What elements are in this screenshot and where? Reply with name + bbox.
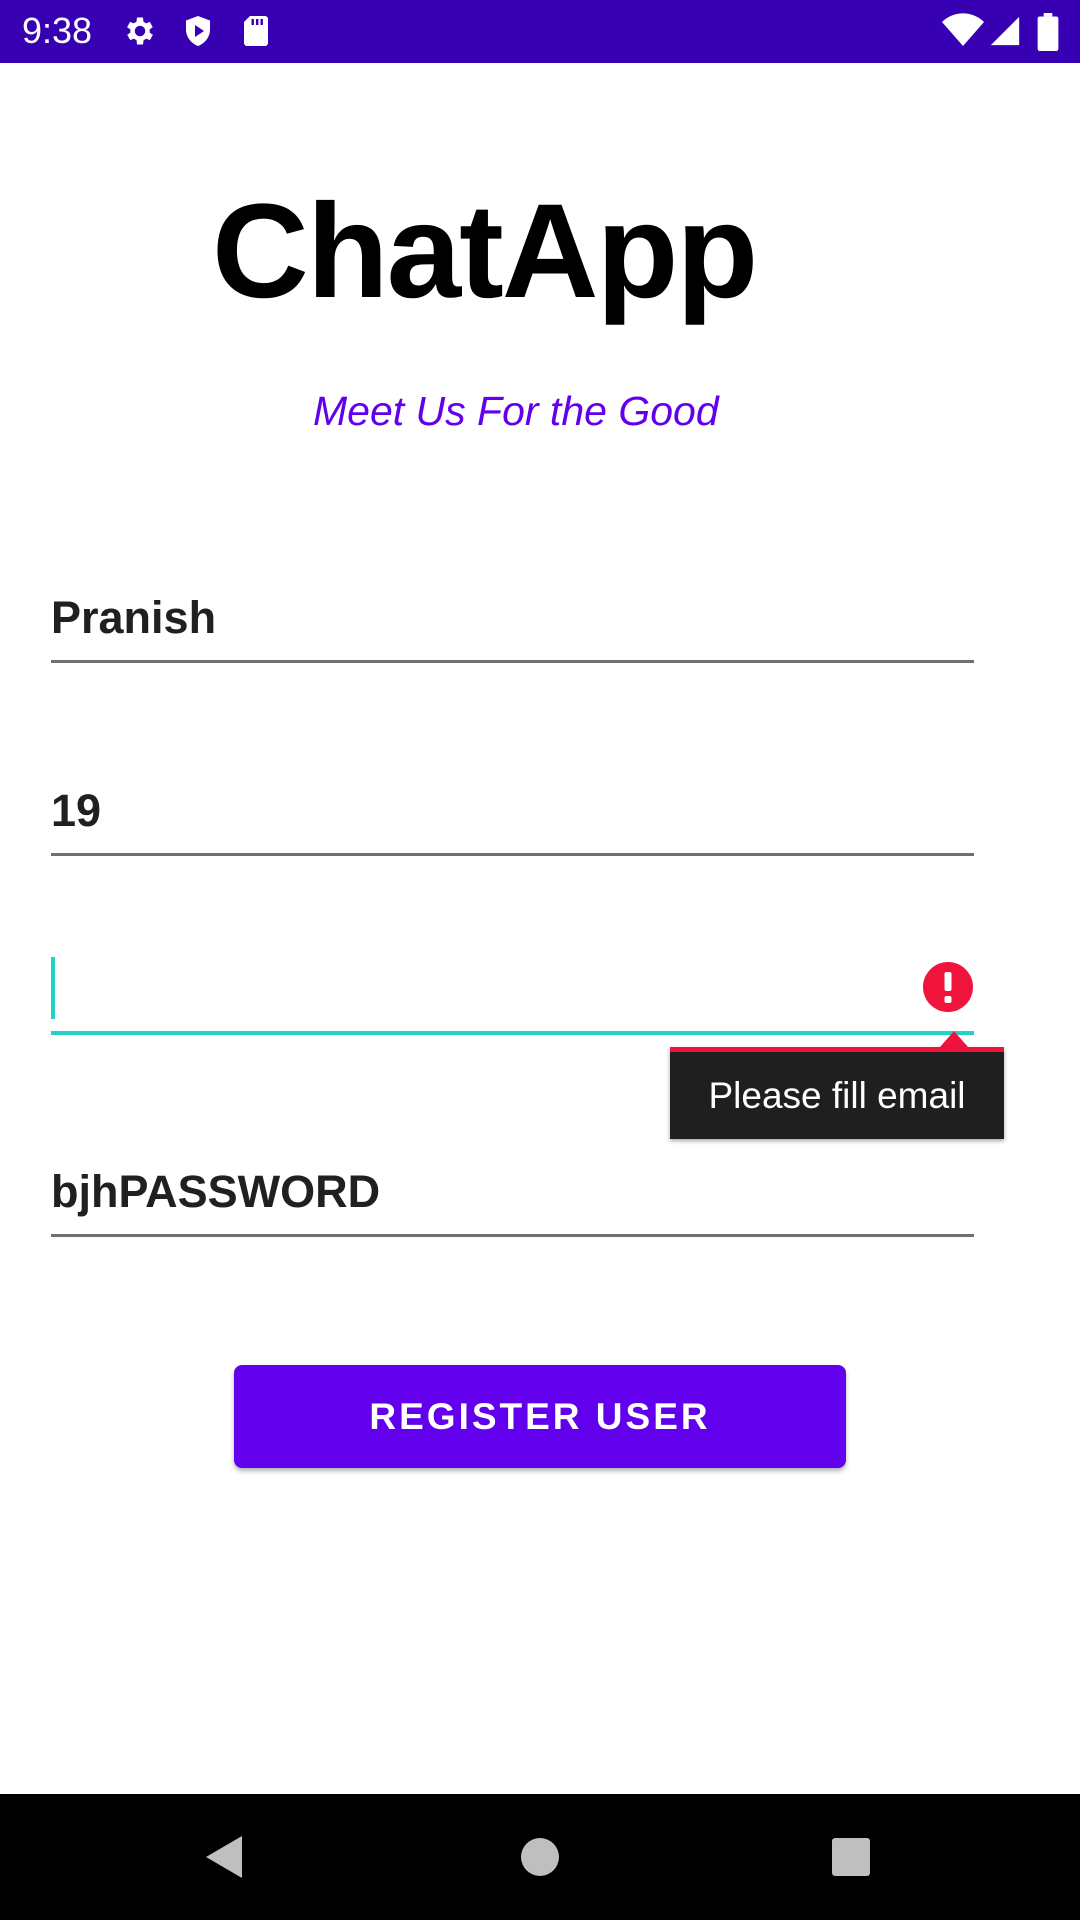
register-user-button[interactable]: REGISTER USER: [234, 1365, 846, 1468]
password-field[interactable]: bjhPASSWORD: [51, 1157, 974, 1237]
recents-icon[interactable]: [826, 1832, 876, 1882]
home-icon[interactable]: [515, 1832, 565, 1882]
email-error-popup: Please fill email: [670, 1047, 1004, 1139]
app-title: ChatApp: [212, 177, 758, 326]
name-field-value: Pranish: [51, 592, 217, 643]
age-field[interactable]: 19: [51, 776, 974, 856]
gear-icon: [122, 13, 158, 49]
email-error-text: Please fill email: [708, 1074, 966, 1116]
app-subtitle: Meet Us For the Good: [313, 388, 719, 434]
email-field[interactable]: [51, 954, 974, 1035]
navigation-bar: [0, 1794, 1080, 1920]
error-icon[interactable]: [922, 961, 974, 1013]
wifi-icon: [942, 13, 984, 49]
sd-card-icon: [238, 13, 274, 49]
back-icon[interactable]: [200, 1832, 250, 1882]
text-cursor: [51, 957, 55, 1019]
status-time: 9:38: [22, 10, 93, 51]
name-field[interactable]: Pranish: [51, 583, 974, 663]
signal-icon: [988, 13, 1022, 49]
status-bar: 9:38: [0, 0, 1080, 63]
register-screen: 9:38 ChatApp Meet Us For the Good Pranis…: [0, 0, 1080, 1920]
error-popup-pointer: [940, 1031, 968, 1047]
shield-icon: [180, 13, 216, 49]
age-field-value: 19: [51, 785, 102, 836]
battery-icon: [1036, 13, 1060, 52]
password-field-value: bjhPASSWORD: [51, 1166, 381, 1217]
